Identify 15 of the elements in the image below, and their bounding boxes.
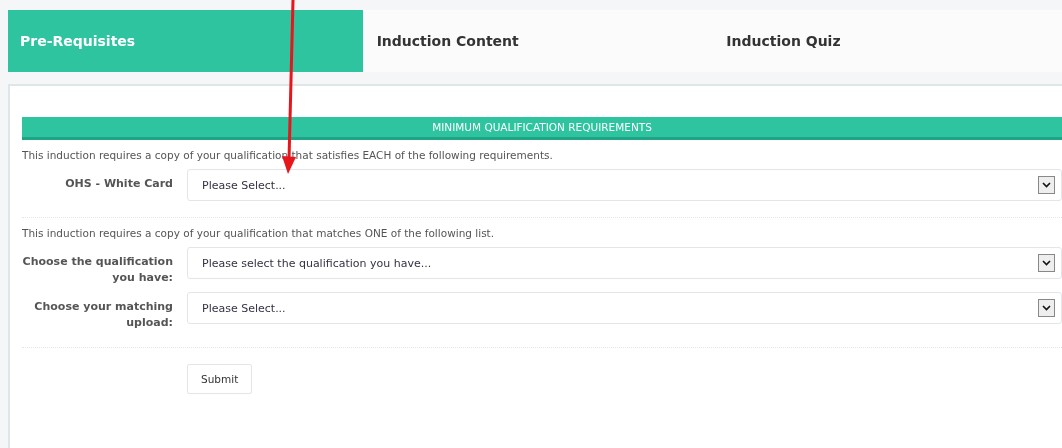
tab[interactable]: Induction Quiz [712, 10, 1062, 72]
select-field[interactable]: Please Select... [187, 169, 1062, 201]
instruction-text: This induction requires a copy of your qualification that matches ONE of the following list. [22, 227, 496, 239]
tab[interactable]: Induction Content [362, 10, 713, 72]
chevron-down-icon [1038, 176, 1055, 194]
submit-button[interactable]: Submit [187, 364, 253, 394]
field-label: Choose your matching upload: [33, 299, 174, 331]
chevron-down-icon [1038, 254, 1055, 272]
instruction-text: This induction requires a copy of your qualification that satisfies EACH of the following requirements. [22, 149, 554, 161]
select-field[interactable]: Please select the qualification you have... [187, 247, 1062, 279]
chevron-down-icon [1038, 299, 1055, 317]
select-field[interactable]: Please Select... [187, 292, 1062, 324]
field-label: Choose the qualification you have: [22, 254, 174, 286]
section-header: MINIMUM QUALIFICATION REQUIREMENTS [22, 117, 1062, 140]
field-label: OHS - White Card [64, 176, 174, 192]
